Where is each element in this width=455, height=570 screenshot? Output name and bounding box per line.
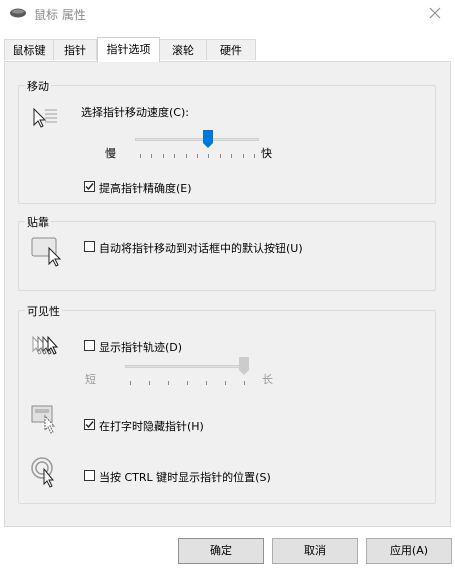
slider-tick	[140, 154, 141, 158]
speed-slider-ticks	[135, 154, 259, 158]
snap-to-group-title: 贴靠	[25, 214, 51, 230]
close-button[interactable]	[423, 2, 447, 24]
hide-pointer-typing-icon	[31, 404, 65, 437]
snap-to-button-icon	[31, 236, 65, 271]
tab-pointer-options[interactable]: 指针选项	[97, 37, 160, 62]
slider-tick	[186, 154, 187, 158]
slider-tick	[187, 381, 188, 385]
slider-tick	[220, 154, 221, 158]
cancel-button[interactable]: 取消	[272, 538, 358, 564]
mouse-icon	[9, 7, 27, 19]
slider-tick	[206, 381, 207, 385]
hide-while-typing-label: 在打字时隐藏指针(H)	[99, 420, 204, 433]
check-icon	[85, 183, 94, 191]
visibility-group: 可见性 显示指针轨迹(D) 短 长 在打字时隐藏指针(H) 当按 CTRL 键时…	[18, 303, 436, 504]
pointer-trails-label: 显示指针轨迹(D)	[99, 341, 183, 354]
tab-hardware[interactable]: 硬件	[206, 39, 256, 60]
visibility-group-title: 可见性	[25, 303, 62, 319]
tab-buttons[interactable]: 鼠标键	[4, 39, 54, 60]
slider-tick	[225, 381, 226, 385]
slider-tick	[208, 154, 209, 158]
motion-group-title: 移动	[25, 78, 51, 94]
check-icon	[85, 421, 94, 429]
show-location-icon	[31, 456, 65, 491]
slider-tick	[243, 154, 244, 158]
window-title: 鼠标 属性	[34, 8, 86, 22]
slider-tick	[163, 154, 164, 158]
auto-snap-checkbox[interactable]	[84, 241, 95, 252]
speed-slider[interactable]	[135, 130, 259, 160]
slider-tick	[231, 154, 232, 158]
motion-group: 移动 选择指针移动速度(C): 慢 快 提高指针精确度(E)	[18, 78, 436, 204]
fast-label: 快	[261, 147, 272, 160]
tab-pointers[interactable]: 指针	[53, 39, 97, 60]
slider-tick	[244, 381, 245, 385]
slider-tick	[197, 154, 198, 158]
close-icon	[429, 7, 441, 19]
enhance-precision-label: 提高指针精确度(E)	[99, 182, 192, 195]
speed-slider-thumb[interactable]	[203, 130, 213, 149]
tab-wheel[interactable]: 滚轮	[159, 39, 207, 60]
trail-slider-track	[125, 365, 249, 368]
short-label: 短	[85, 373, 96, 386]
slider-tick	[149, 381, 150, 385]
slider-tick	[254, 154, 255, 158]
tab-panel: 移动 选择指针移动速度(C): 慢 快 提高指针精确度(E) 贴靠 自动将指针移…	[4, 61, 451, 527]
snap-to-group: 贴靠 自动将指针移动到对话框中的默认按钮(U)	[18, 214, 436, 291]
slider-tick	[174, 154, 175, 158]
pointer-speed-icon	[31, 106, 59, 133]
speed-slider-track	[135, 138, 259, 141]
trail-length-slider[interactable]	[125, 357, 249, 387]
pointer-trails-icon	[31, 333, 65, 364]
slider-tick	[168, 381, 169, 385]
show-location-label: 当按 CTRL 键时显示指针的位置(S)	[99, 471, 271, 484]
auto-snap-label: 自动将指针移动到对话框中的默认按钮(U)	[99, 242, 303, 255]
trail-slider-thumb[interactable]	[239, 357, 249, 376]
show-location-checkbox[interactable]	[84, 470, 95, 481]
slow-label: 慢	[105, 147, 116, 160]
slider-tick	[151, 154, 152, 158]
slider-tick	[130, 381, 131, 385]
apply-button[interactable]: 应用(A)	[366, 538, 452, 564]
title-bar: 鼠标 属性	[0, 0, 455, 28]
trail-slider-ticks	[125, 381, 249, 385]
pointer-trails-checkbox[interactable]	[84, 340, 95, 351]
long-label: 长	[262, 373, 273, 386]
enhance-precision-checkbox[interactable]	[84, 181, 95, 192]
hide-while-typing-checkbox[interactable]	[84, 419, 95, 430]
speed-label: 选择指针移动速度(C):	[81, 106, 189, 119]
tab-strip: 鼠标键 指针 指针选项 滚轮 硬件	[4, 37, 452, 62]
ok-button[interactable]: 确定	[178, 538, 264, 564]
